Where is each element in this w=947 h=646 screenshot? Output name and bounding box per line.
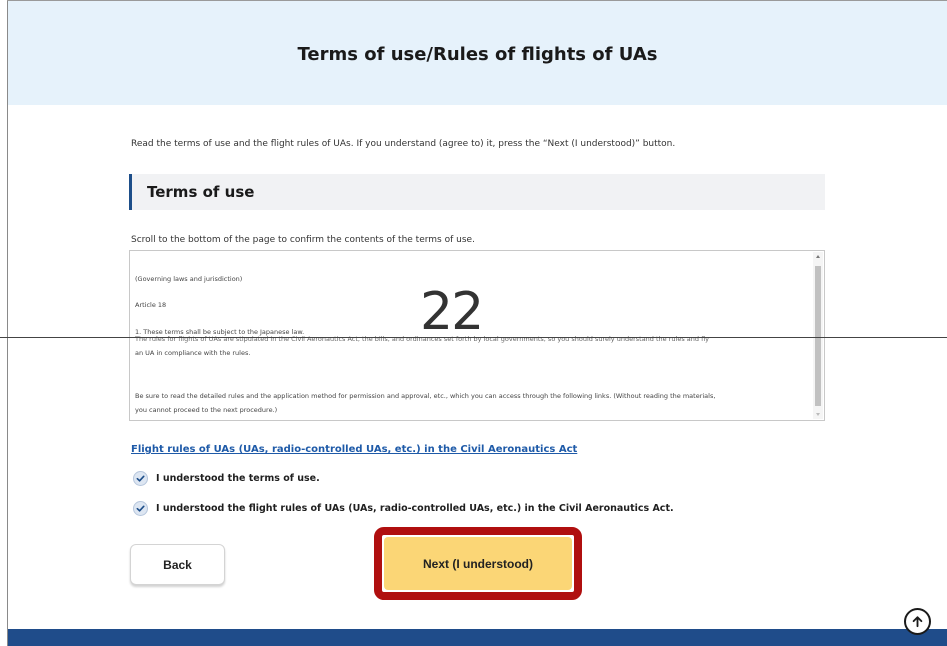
back-button[interactable]: Back [130, 544, 225, 585]
terms-checkbox-row[interactable]: I understood the terms of use. [133, 471, 320, 486]
scroll-thumb[interactable] [815, 266, 821, 406]
arrow-up-circle-icon[interactable] [904, 608, 931, 635]
next-button[interactable]: Next (I understood) [384, 537, 572, 590]
terms-scrollbar[interactable] [813, 252, 823, 419]
page-footer [8, 629, 947, 646]
checkbox-label: I understood the terms of use. [156, 473, 320, 484]
scroll-down-arrow-icon[interactable] [816, 413, 820, 416]
terms-line: an UA in compliance with the rules. [135, 349, 251, 357]
flight-rules-link[interactable]: Flight rules of UAs (UAs, radio-controll… [131, 444, 577, 455]
terms-line: (Governing laws and jurisdiction) [135, 275, 243, 283]
check-icon[interactable] [133, 501, 148, 516]
intro-text: Read the terms of use and the flight rul… [131, 139, 676, 149]
section-accent-bar [129, 174, 132, 210]
terms-line: Article 18 [135, 301, 167, 309]
terms-section-heading: Terms of use [129, 174, 825, 210]
checkbox-label: I understood the flight rules of UAs (UA… [156, 503, 674, 514]
scroll-up-arrow-icon[interactable] [816, 255, 820, 258]
step-number: 22 [420, 282, 484, 342]
check-icon[interactable] [133, 471, 148, 486]
rules-checkbox-row[interactable]: I understood the flight rules of UAs (UA… [133, 501, 674, 516]
scroll-instruction: Scroll to the bottom of the page to conf… [131, 235, 475, 245]
terms-line: you cannot proceed to the next procedure… [135, 406, 278, 414]
section-title: Terms of use [147, 183, 255, 201]
page-title: Terms of use/Rules of flights of UAs [297, 44, 658, 65]
terms-line: Be sure to read the detailed rules and t… [135, 392, 716, 400]
